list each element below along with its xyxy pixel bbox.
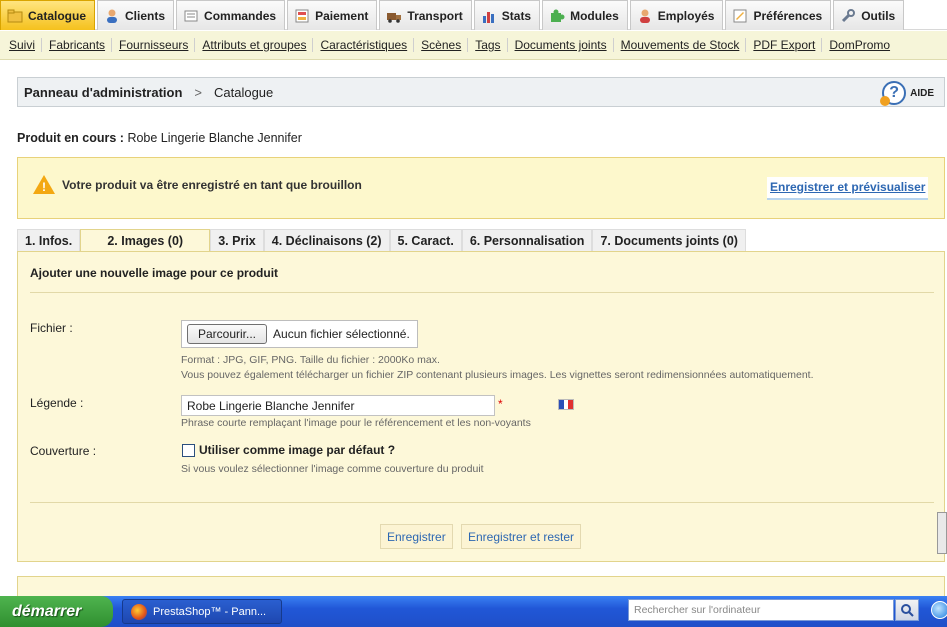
tab-label: Paiement bbox=[315, 8, 369, 23]
help-label: AIDE bbox=[910, 87, 934, 99]
breadcrumb: Panneau d'administration > Catalogue ? A… bbox=[17, 77, 945, 107]
tab-paiement[interactable]: Paiement bbox=[287, 0, 378, 30]
tab-clients[interactable]: Clients bbox=[97, 0, 175, 30]
tab-transport[interactable]: Transport bbox=[379, 0, 472, 30]
folder-icon bbox=[7, 8, 23, 24]
subnav-fournisseurs[interactable]: Fournisseurs bbox=[116, 38, 196, 52]
file-zip-hint: Vous pouvez également télécharger un fic… bbox=[181, 369, 814, 381]
tab-declinaisons[interactable]: 4. Déclinaisons (2) bbox=[263, 229, 390, 251]
tab-commandes[interactable]: Commandes bbox=[176, 0, 286, 30]
tab-label: Modules bbox=[570, 8, 619, 23]
tab-label: Employés bbox=[657, 8, 715, 23]
help-icon: ? bbox=[880, 81, 907, 106]
search-button[interactable] bbox=[895, 599, 919, 621]
tab-modules[interactable]: Modules bbox=[542, 0, 628, 30]
tab-outils[interactable]: Outils bbox=[833, 0, 905, 30]
desktop-search-input[interactable]: Rechercher sur l'ordinateur bbox=[628, 599, 894, 621]
tab-label: Préférences bbox=[753, 8, 823, 23]
cover-checkbox[interactable] bbox=[182, 444, 195, 457]
legend-label: Légende : bbox=[30, 396, 84, 410]
divider bbox=[30, 502, 934, 503]
truck-icon bbox=[386, 8, 402, 24]
next-panel bbox=[17, 576, 945, 596]
wrench-icon bbox=[840, 8, 856, 24]
file-input[interactable]: Parcourir... Aucun fichier sélectionné. bbox=[181, 320, 418, 348]
breadcrumb-current: Catalogue bbox=[214, 84, 274, 100]
tab-stats[interactable]: Stats bbox=[473, 0, 541, 30]
required-mark: * bbox=[498, 397, 503, 411]
current-product-name: Robe Lingerie Blanche Jennifer bbox=[127, 131, 302, 145]
tab-label: Commandes bbox=[204, 8, 277, 23]
tab-label: Stats bbox=[501, 8, 532, 23]
flag-fr-icon[interactable] bbox=[558, 399, 574, 410]
tab-images[interactable]: 2. Images (0) bbox=[80, 229, 211, 251]
tab-prix[interactable]: 3. Prix bbox=[210, 229, 264, 251]
subnav-pdf-export[interactable]: PDF Export bbox=[750, 38, 823, 52]
save-and-stay-button[interactable]: Enregistrer et rester bbox=[461, 524, 582, 549]
file-format-hint: Format : JPG, GIF, PNG. Taille du fichie… bbox=[181, 354, 440, 366]
subnav-scenes[interactable]: Scènes bbox=[418, 38, 469, 52]
subnav-caracteristiques[interactable]: Caractéristiques bbox=[317, 38, 415, 52]
subnav-suivi[interactable]: Suivi bbox=[6, 38, 43, 52]
scrollbar-thumb[interactable] bbox=[937, 512, 947, 554]
subnav-tags[interactable]: Tags bbox=[472, 38, 508, 52]
user-icon bbox=[104, 8, 120, 24]
product-tabs: 1. Infos. 2. Images (0) 3. Prix 4. Décli… bbox=[17, 229, 746, 251]
tab-documents-joints[interactable]: 7. Documents joints (0) bbox=[592, 229, 746, 251]
tab-caract[interactable]: 5. Caract. bbox=[389, 229, 462, 251]
subnav-documents-joints[interactable]: Documents joints bbox=[512, 38, 614, 52]
divider bbox=[30, 292, 934, 293]
save-button[interactable]: Enregistrer bbox=[380, 524, 453, 549]
subnav-mouvements-stock[interactable]: Mouvements de Stock bbox=[618, 38, 747, 52]
current-product-label: Produit en cours : bbox=[17, 131, 124, 145]
breadcrumb-admin-link[interactable]: Panneau d'administration bbox=[24, 85, 182, 100]
cover-label: Couverture : bbox=[30, 444, 97, 458]
draft-warning: ! Votre produit va être enregistré en ta… bbox=[17, 157, 945, 219]
tab-personnalisation[interactable]: 6. Personnalisation bbox=[461, 229, 593, 251]
warning-message: Votre produit va être enregistré en tant… bbox=[62, 178, 362, 192]
legend-input[interactable]: Robe Lingerie Blanche Jennifer bbox=[181, 395, 495, 416]
tab-infos[interactable]: 1. Infos. bbox=[17, 229, 81, 251]
cover-checkbox-label[interactable]: Utiliser comme image par défaut ? bbox=[199, 443, 395, 457]
cart-icon bbox=[183, 8, 199, 24]
current-product: Produit en cours : Robe Lingerie Blanche… bbox=[17, 131, 302, 145]
payment-icon bbox=[294, 8, 310, 24]
help-button[interactable]: ? AIDE bbox=[880, 81, 934, 106]
employee-icon bbox=[637, 8, 653, 24]
tab-employes[interactable]: Employés bbox=[629, 0, 724, 30]
cover-hint: Si vous voulez sélectionner l'image comm… bbox=[181, 463, 484, 475]
tab-label: Outils bbox=[861, 8, 896, 23]
images-panel: Ajouter une nouvelle image pour ce produ… bbox=[17, 251, 945, 562]
breadcrumb-separator-icon: > bbox=[194, 84, 202, 100]
taskbar-firefox-window[interactable]: PrestaShop™ - Pann... bbox=[122, 599, 282, 624]
sub-navigation: Suivi Fabricants Fournisseurs Attributs … bbox=[0, 31, 947, 60]
preferences-icon bbox=[732, 8, 748, 24]
firefox-icon bbox=[131, 603, 147, 620]
tab-catalogue[interactable]: Catalogue bbox=[0, 0, 96, 30]
windows-taskbar: démarrer PrestaShop™ - Pann... Recherche… bbox=[0, 596, 947, 627]
task-title: PrestaShop™ - Pann... bbox=[153, 605, 267, 618]
tab-label: Catalogue bbox=[28, 8, 87, 23]
browse-button[interactable]: Parcourir... bbox=[187, 324, 268, 344]
warning-icon: ! bbox=[33, 175, 55, 194]
top-navigation: Catalogue Clients Commandes Paiement Tra… bbox=[0, 0, 947, 30]
subnav-attributs-groupes[interactable]: Attributs et groupes bbox=[199, 38, 314, 52]
no-file-text: Aucun fichier sélectionné. bbox=[273, 327, 410, 341]
subnav-dompromo[interactable]: DomPromo bbox=[826, 38, 896, 52]
file-label: Fichier : bbox=[30, 321, 73, 335]
start-button[interactable]: démarrer bbox=[0, 596, 113, 627]
bar-chart-icon bbox=[481, 8, 497, 24]
puzzle-icon bbox=[549, 8, 565, 24]
legend-hint: Phrase courte remplaçant l'image pour le… bbox=[181, 417, 531, 429]
subnav-fabricants[interactable]: Fabricants bbox=[46, 38, 113, 52]
tab-preferences[interactable]: Préférences bbox=[725, 0, 832, 30]
panel-heading: Ajouter une nouvelle image pour ce produ… bbox=[30, 266, 279, 280]
globe-icon[interactable] bbox=[931, 601, 947, 619]
save-preview-link[interactable]: Enregistrer et prévisualiser bbox=[767, 177, 929, 200]
tab-label: Transport bbox=[407, 8, 463, 23]
search-icon bbox=[901, 604, 914, 617]
tab-label: Clients bbox=[125, 8, 166, 23]
